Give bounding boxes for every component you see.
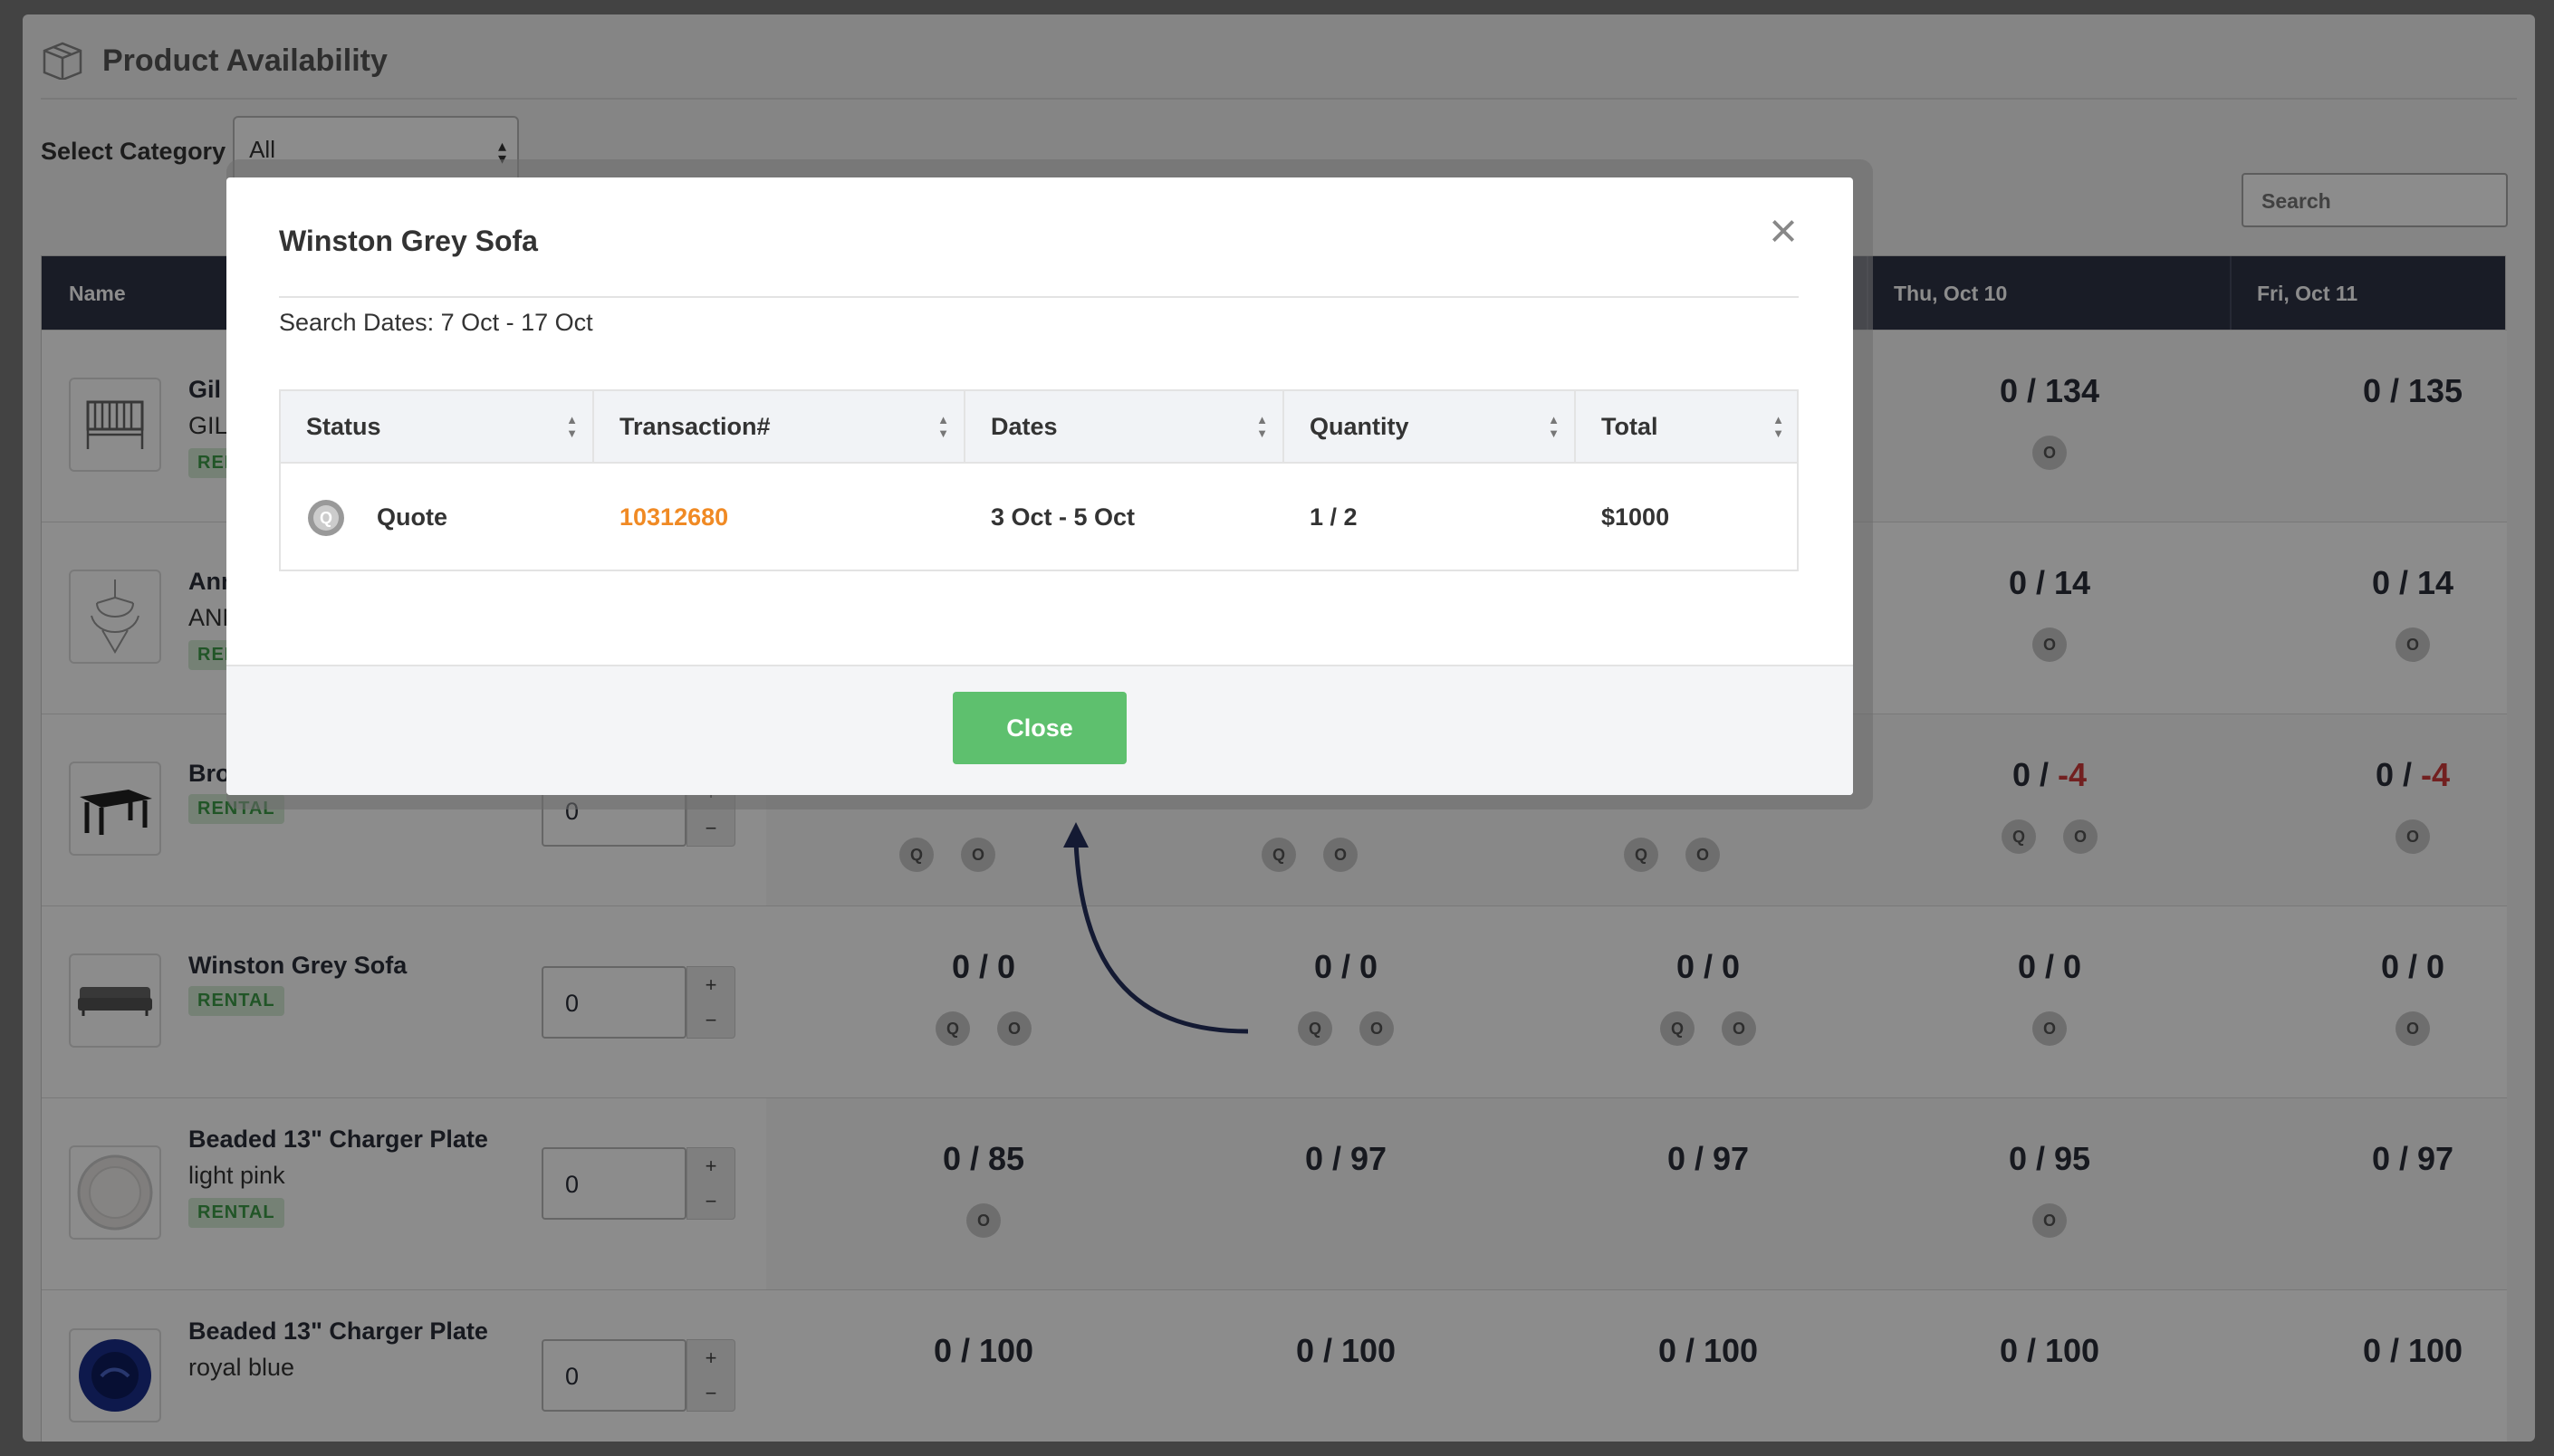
col-status[interactable]: Status ▲ ▼	[281, 391, 594, 462]
sort-icon: ▲ ▼	[1256, 413, 1268, 440]
status-text: Quote	[377, 503, 447, 531]
search-dates: Search Dates: 7 Oct - 17 Oct	[279, 309, 593, 336]
transactions-header: Status ▲ ▼ Transaction# ▲ ▼ Dates ▲ ▼ Quantity…	[281, 391, 1797, 464]
col-transaction[interactable]: Transaction# ▲ ▼	[594, 391, 965, 462]
sort-icon: ▲ ▼	[566, 413, 578, 440]
sort-icon: ▲ ▼	[937, 413, 949, 440]
transaction-link[interactable]: 10312680	[619, 503, 728, 532]
close-icon[interactable]: ×	[1761, 206, 1806, 255]
quote-status-icon: Q	[308, 500, 344, 536]
col-dates[interactable]: Dates ▲ ▼	[965, 391, 1284, 462]
transaction-quantity: 1 / 2	[1310, 503, 1358, 531]
close-button[interactable]: Close	[953, 692, 1127, 764]
modal-footer: Close	[226, 665, 1853, 795]
col-quantity[interactable]: Quantity ▲ ▼	[1284, 391, 1576, 462]
modal-divider	[279, 296, 1799, 298]
transaction-modal: Winston Grey Sofa × Search Dates: 7 Oct …	[226, 177, 1853, 795]
transaction-total: $1000	[1601, 503, 1670, 531]
transaction-dates: 3 Oct - 5 Oct	[991, 503, 1136, 531]
sort-icon: ▲ ▼	[1772, 413, 1784, 440]
modal-title: Winston Grey Sofa	[279, 225, 538, 257]
transaction-row[interactable]: Q Quote 10312680 3 Oct - 5 Oct 1 / 2 $10…	[281, 464, 1797, 570]
transactions-table: Status ▲ ▼ Transaction# ▲ ▼ Dates ▲ ▼ Quantity…	[279, 389, 1799, 571]
col-total[interactable]: Total ▲ ▼	[1576, 391, 1799, 462]
sort-icon: ▲ ▼	[1548, 413, 1560, 440]
